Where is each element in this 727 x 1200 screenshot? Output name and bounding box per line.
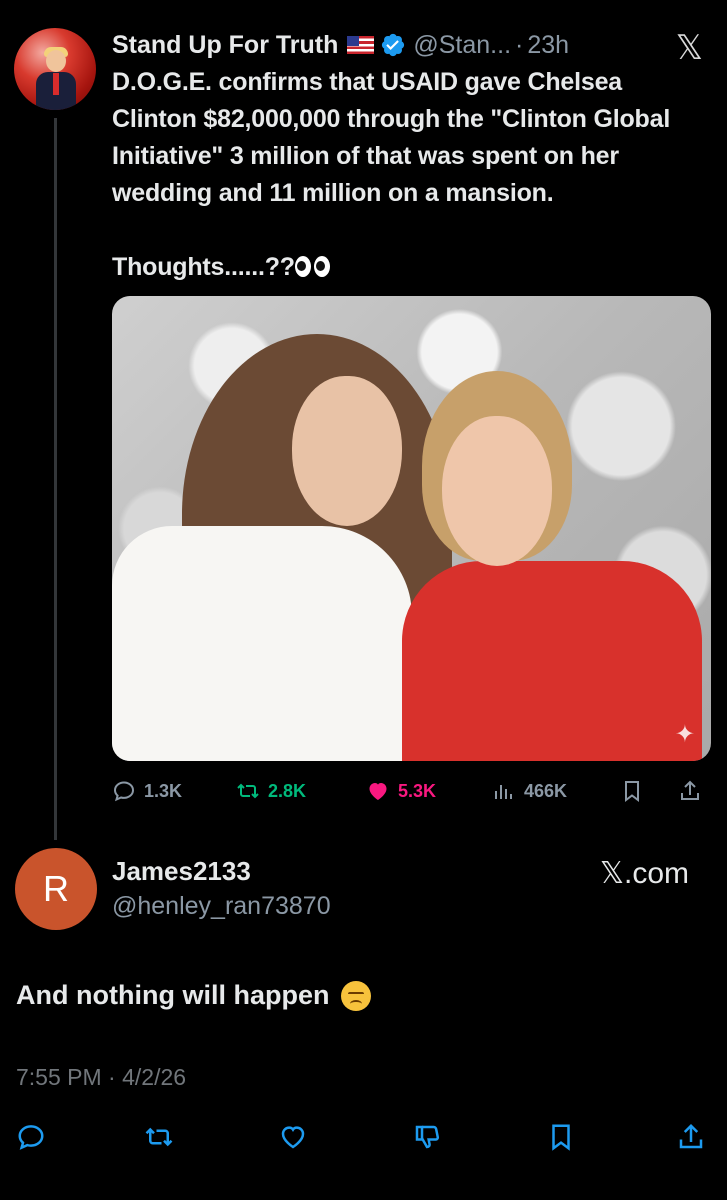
avatar-letter: R xyxy=(43,868,69,909)
views-icon xyxy=(495,785,512,799)
header-separator: · xyxy=(515,30,524,59)
repost-icon xyxy=(145,1127,173,1147)
downvote-button-bottom[interactable] xyxy=(412,1122,446,1156)
reply-icon xyxy=(113,781,135,802)
reply-author-name[interactable]: James2133 xyxy=(112,856,251,887)
reply-count: 1.3K xyxy=(144,780,183,801)
tweet-text-line2: Thoughts......?? xyxy=(112,249,710,286)
bookmark-button-bottom[interactable] xyxy=(546,1122,580,1156)
heart-filled-icon xyxy=(369,783,387,800)
thumbs-down-icon xyxy=(415,1125,440,1149)
thread-line xyxy=(54,118,57,840)
like-button[interactable]: 5.3K xyxy=(366,776,436,806)
repost-button-bottom[interactable] xyxy=(144,1122,178,1156)
photo-person-right-face xyxy=(442,416,552,566)
share-icon xyxy=(679,1123,703,1149)
tweet-actions: 1.3K 2.8K 5.3K 466K xyxy=(112,776,711,806)
reply-body: And nothing will happen xyxy=(16,980,372,1011)
heart-outline-icon xyxy=(281,1126,305,1149)
x-com-watermark: 𝕏.com xyxy=(599,857,689,890)
photo-person-left-shirt xyxy=(112,526,412,761)
repost-count: 2.8K xyxy=(268,780,307,801)
bookmark-icon xyxy=(625,781,639,802)
bookmark-button[interactable] xyxy=(620,776,652,806)
reply-button[interactable]: 1.3K xyxy=(112,776,182,806)
tweet-header: Stand Up For Truth @Stan... · 23h 𝕏 xyxy=(112,28,703,67)
sparkle-icon[interactable]: ✦ xyxy=(675,720,695,749)
repost-icon xyxy=(237,783,259,799)
photo-person-right-jacket xyxy=(402,561,702,761)
reply-timestamp[interactable]: 7:55 PM · 4/2/26 xyxy=(16,1064,186,1091)
eyes-emoji-icon xyxy=(294,254,333,278)
disappointed-face-emoji-icon xyxy=(341,980,372,1011)
author-name[interactable]: Stand Up For Truth xyxy=(112,31,338,60)
reply-author-handle[interactable]: @henley_ran73870 xyxy=(112,892,331,921)
share-button[interactable] xyxy=(678,776,710,806)
share-icon xyxy=(681,780,699,800)
us-flag-icon xyxy=(347,36,375,54)
x-logo-icon[interactable]: 𝕏 xyxy=(676,28,703,68)
tweet-text: D.O.G.E. confirms that USAID gave Chelse… xyxy=(112,68,671,207)
tweet-body: D.O.G.E. confirms that USAID gave Chelse… xyxy=(112,64,710,286)
views-button[interactable]: 466K xyxy=(492,776,567,806)
reply-icon xyxy=(18,1125,44,1150)
like-count: 5.3K xyxy=(398,780,437,801)
tweet-thoughts: Thoughts......?? xyxy=(112,253,295,281)
tweet-image[interactable]: ✦ xyxy=(112,296,711,761)
like-button-bottom[interactable] xyxy=(278,1122,312,1156)
reply-text: And nothing will happen xyxy=(16,980,330,1010)
avatar-figure xyxy=(36,47,76,110)
repost-button[interactable]: 2.8K xyxy=(236,776,306,806)
author-avatar[interactable] xyxy=(14,28,96,110)
share-button-bottom[interactable] xyxy=(676,1122,710,1156)
views-count: 466K xyxy=(524,780,568,801)
reply-action-bar xyxy=(16,1122,706,1156)
verified-badge-icon xyxy=(382,33,405,57)
author-handle[interactable]: @Stan... xyxy=(413,31,511,60)
photo-person-left-face xyxy=(292,376,402,526)
reply-button-bottom[interactable] xyxy=(16,1122,50,1156)
bookmark-icon xyxy=(552,1124,570,1151)
tweet-time[interactable]: 23h xyxy=(527,31,569,60)
reply-author-avatar[interactable]: R xyxy=(15,848,97,930)
